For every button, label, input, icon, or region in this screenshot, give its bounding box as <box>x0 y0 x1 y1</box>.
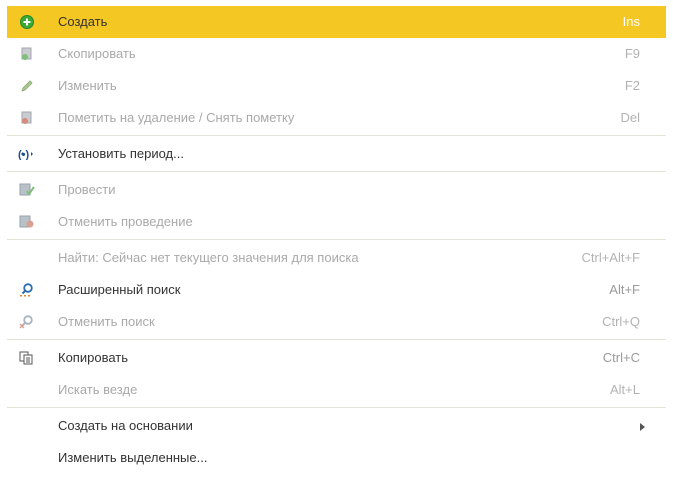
menu-item-create-based-on[interactable]: Создать на основании <box>7 410 666 442</box>
menu-item-label: Создать на основании <box>58 418 193 433</box>
context-menu: Создать Ins Скопировать F9 Изменить F2 П… <box>0 0 673 486</box>
menu-item-shortcut: Ins <box>622 14 640 29</box>
post-document-icon <box>17 180 37 200</box>
plus-circle-icon <box>17 12 37 32</box>
menu-item-label: Провести <box>58 182 116 197</box>
menu-separator <box>7 407 666 408</box>
menu-item-shortcut: F2 <box>624 78 640 93</box>
menu-item-label: Создать <box>58 14 108 29</box>
menu-item-label: Найти: Сейчас нет текущего значения для … <box>58 250 359 265</box>
menu-item-label: Скопировать <box>58 46 136 61</box>
menu-item-unpost[interactable]: Отменить проведение <box>7 206 666 238</box>
menu-item-edit-selected[interactable]: Изменить выделенные... <box>7 442 666 474</box>
menu-item-label: Отменить поиск <box>58 314 155 329</box>
menu-item-shortcut: F9 <box>624 46 640 61</box>
pencil-icon <box>17 76 37 96</box>
menu-item-label: Искать везде <box>58 382 138 397</box>
menu-item-create[interactable]: Создать Ins <box>7 6 666 38</box>
menu-item-label: Расширенный поиск <box>58 282 181 297</box>
period-arrows-icon: (•) <box>17 144 37 164</box>
menu-item-cancel-search[interactable]: Отменить поиск Ctrl+Q <box>7 306 666 338</box>
menu-item-shortcut: Ctrl+Q <box>602 314 640 329</box>
copy-icon <box>17 348 37 368</box>
menu-separator <box>7 239 666 240</box>
delete-mark-icon <box>17 108 37 128</box>
menu-item-label: Установить период... <box>58 146 184 161</box>
menu-item-shortcut: Del <box>620 110 640 125</box>
menu-separator <box>7 171 666 172</box>
search-icon <box>17 280 37 300</box>
menu-item-label: Пометить на удаление / Снять пометку <box>58 110 295 125</box>
menu-item-post[interactable]: Провести <box>7 174 666 206</box>
submenu-arrow-icon <box>640 423 645 431</box>
menu-item-shortcut: Ctrl+C <box>602 350 640 365</box>
menu-item-find[interactable]: Найти: Сейчас нет текущего значения для … <box>7 242 666 274</box>
menu-item-shortcut: Ctrl+Alt+F <box>581 250 640 265</box>
menu-item-search-everywhere[interactable]: Искать везде Alt+L <box>7 374 666 406</box>
unpost-document-icon <box>17 212 37 232</box>
menu-item-copy[interactable]: Копировать Ctrl+C <box>7 342 666 374</box>
menu-separator <box>7 135 666 136</box>
menu-item-copy-item[interactable]: Скопировать F9 <box>7 38 666 70</box>
menu-item-advanced-search[interactable]: Расширенный поиск Alt+F <box>7 274 666 306</box>
svg-text:(•): (•) <box>18 149 30 160</box>
menu-item-label: Отменить проведение <box>58 214 193 229</box>
menu-separator <box>7 339 666 340</box>
cancel-search-icon <box>17 312 37 332</box>
menu-item-edit[interactable]: Изменить F2 <box>7 70 666 102</box>
copy-document-icon <box>17 44 37 64</box>
menu-item-label: Изменить <box>58 78 117 93</box>
menu-item-label: Копировать <box>58 350 128 365</box>
menu-item-shortcut: Alt+F <box>609 282 640 297</box>
menu-item-set-period[interactable]: (•) Установить период... <box>7 138 666 170</box>
menu-item-label: Изменить выделенные... <box>58 450 208 465</box>
menu-item-mark-delete[interactable]: Пометить на удаление / Снять пометку Del <box>7 102 666 134</box>
menu-item-shortcut: Alt+L <box>610 382 640 397</box>
